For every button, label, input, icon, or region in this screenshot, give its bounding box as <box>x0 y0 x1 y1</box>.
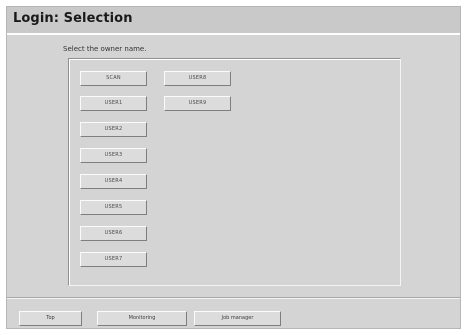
user-button-user3[interactable]: USER3 <box>80 148 147 163</box>
monitoring-button[interactable]: Monitoring <box>97 311 187 326</box>
user-button-user2[interactable]: USER2 <box>80 122 147 137</box>
title-bar: Login: Selection <box>7 7 460 35</box>
login-selection-screen: Login: Selection Select the owner name. … <box>6 6 461 329</box>
page-title: Login: Selection <box>13 11 133 26</box>
user-button-user6[interactable]: USER6 <box>80 226 147 241</box>
job-manager-button[interactable]: Job manager <box>194 311 281 326</box>
top-button[interactable]: Top <box>19 311 82 326</box>
user-button-user5[interactable]: USER5 <box>80 200 147 215</box>
user-button-user8[interactable]: USER8 <box>164 71 231 86</box>
footer-divider <box>7 297 460 299</box>
user-button-user9[interactable]: USER9 <box>164 96 231 111</box>
instruction-text: Select the owner name. <box>63 45 147 53</box>
user-button-user7[interactable]: USER7 <box>80 252 147 267</box>
user-button-user4[interactable]: USER4 <box>80 174 147 189</box>
user-button-user1[interactable]: USER1 <box>80 96 147 111</box>
user-button-scan[interactable]: SCAN <box>80 71 147 86</box>
